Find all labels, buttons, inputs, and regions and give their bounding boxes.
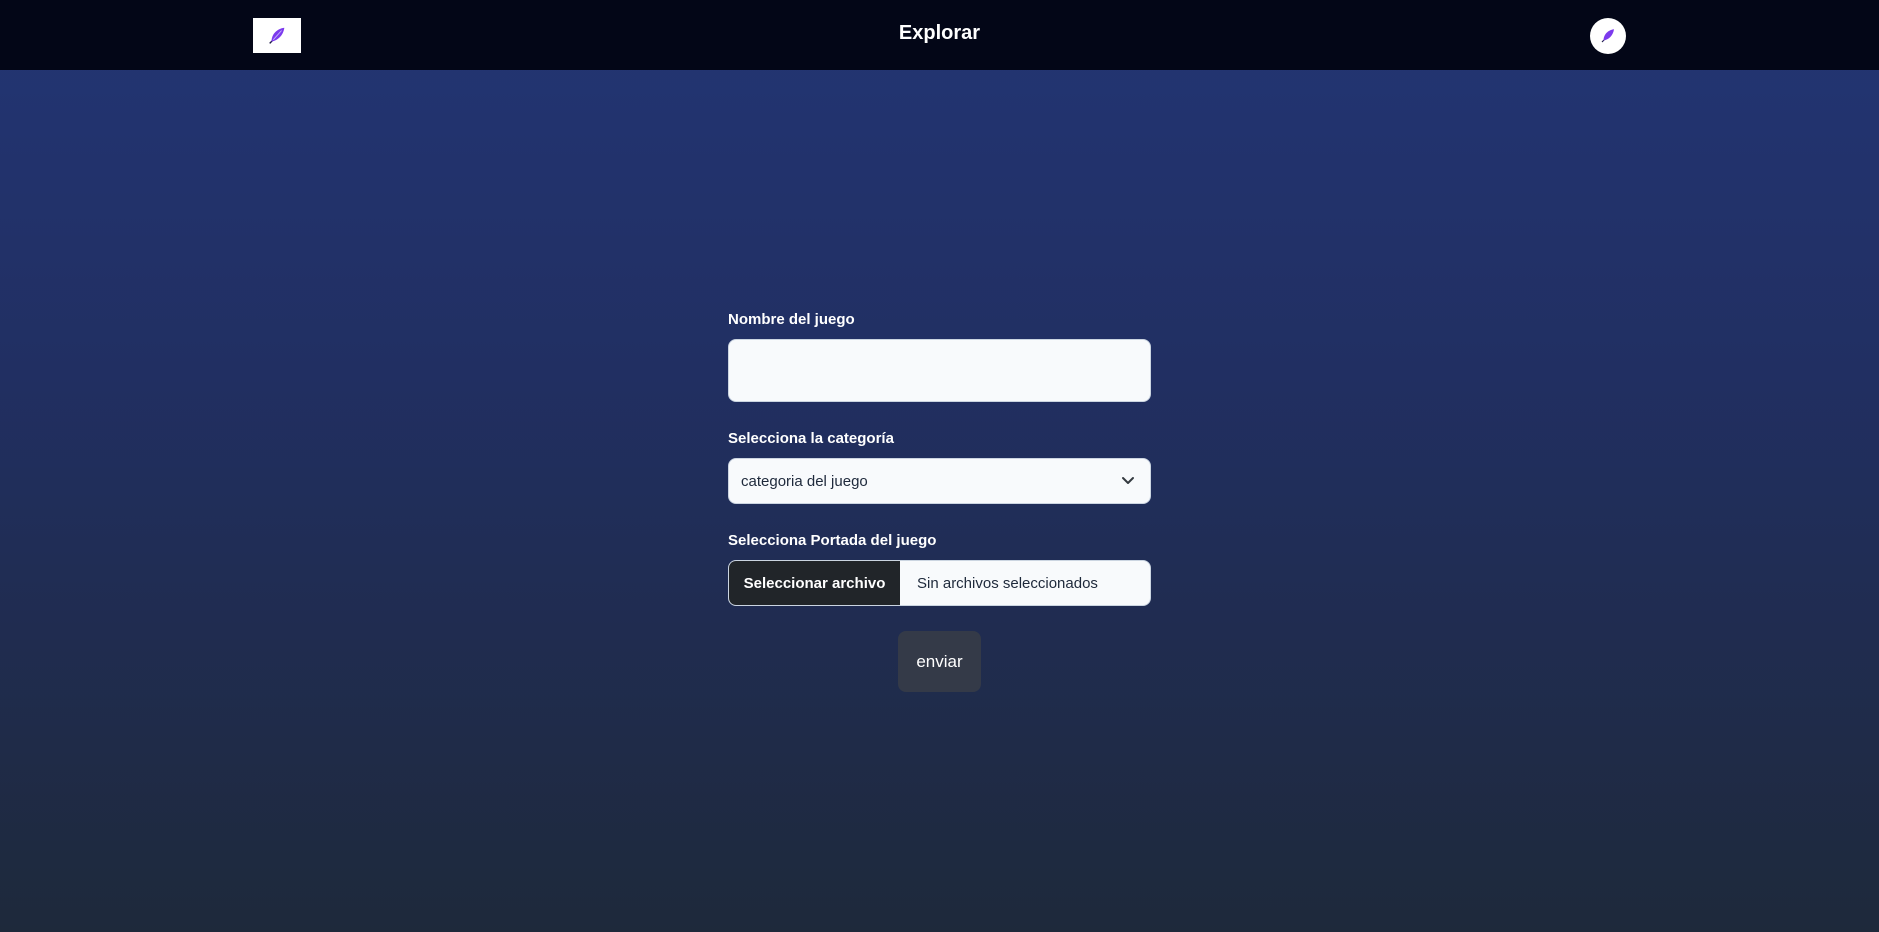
- cover-label: Selecciona Portada del juego: [728, 532, 937, 549]
- nav-title-explorar[interactable]: Explorar: [899, 22, 980, 44]
- quill-pen-icon: [269, 27, 285, 44]
- category-select[interactable]: categoria del juego: [728, 458, 1151, 504]
- select-file-button[interactable]: Seleccionar archivo: [729, 561, 900, 605]
- cover-file-input[interactable]: Seleccionar archivo Sin archivos selecci…: [728, 560, 1151, 606]
- submit-button[interactable]: enviar: [898, 631, 981, 692]
- avatar[interactable]: [1590, 18, 1626, 54]
- game-name-label: Nombre del juego: [728, 311, 855, 328]
- logo[interactable]: [253, 18, 301, 53]
- game-name-input[interactable]: [728, 339, 1151, 402]
- chevron-down-icon: [1122, 477, 1134, 484]
- category-selected-value: categoria del juego: [741, 473, 868, 490]
- game-form: Nombre del juego Selecciona la categoría…: [728, 310, 1151, 606]
- category-label: Selecciona la categoría: [728, 430, 894, 447]
- top-navbar: Explorar: [0, 0, 1879, 70]
- quill-pen-icon: [1601, 29, 1614, 43]
- file-status-text: Sin archivos seleccionados: [917, 574, 1098, 592]
